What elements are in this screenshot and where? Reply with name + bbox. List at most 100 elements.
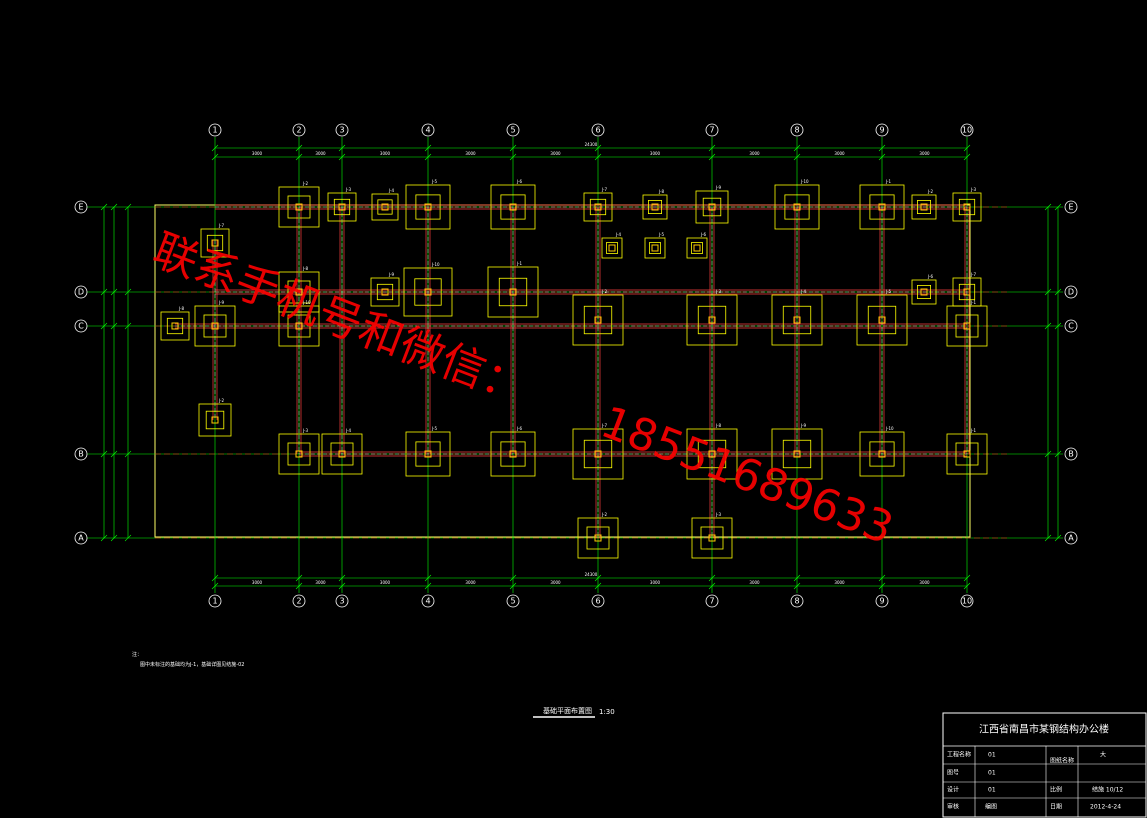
dim-segment-label: 3000 <box>315 151 326 156</box>
footing-tag: J-10 <box>800 179 809 184</box>
axis-label-y-A: A <box>1068 534 1074 543</box>
footing-tag: J-4 <box>345 428 351 433</box>
footing-inner <box>606 242 618 254</box>
footing-tag: J-7 <box>601 187 607 192</box>
notes-heading: 注： <box>132 651 142 658</box>
footing-tag: J-8 <box>658 189 664 194</box>
axis-label-y-E: E <box>1068 203 1073 212</box>
footing-tag: J-8 <box>178 306 184 311</box>
dim-total-label: 24300 <box>585 142 598 147</box>
title-block-project: 江西省南昌市某钢结构办公楼 <box>979 723 1109 736</box>
footing: J-6 <box>911 274 937 305</box>
footing: J-8 <box>160 306 190 341</box>
tb-r4-label: 审核 <box>947 803 959 811</box>
tb-r3-label2: 比例 <box>1050 786 1062 794</box>
footing-tag: J-6 <box>516 426 522 431</box>
tb-r4-label2: 日期 <box>1050 803 1062 811</box>
footing-tag: J-8 <box>715 423 721 428</box>
dim-segment-label: 3000 <box>749 151 760 156</box>
axis-label-y-E: E <box>78 203 83 212</box>
dim-segment-label: 3000 <box>315 580 326 585</box>
axis-label-x-10: 10 <box>962 597 972 606</box>
tb-r1-label: 工程名称 <box>947 751 971 759</box>
footing-tag: J-3 <box>970 187 976 192</box>
footing: J-6 <box>686 232 708 259</box>
axis-label-x-6: 6 <box>595 597 600 606</box>
axis-label-y-D: D <box>78 288 84 297</box>
footing-tag: J-1 <box>970 428 976 433</box>
dim-segment-label: 3000 <box>919 580 930 585</box>
dim-segment-label: 3000 <box>650 151 661 156</box>
axis-bubbles: 1 1 2 2 3 3 4 4 5 5 6 6 7 7 8 8 9 9 10 10 E E D D C C B B A A <box>74 123 1078 608</box>
footing-tag: J-3 <box>345 187 351 192</box>
footing-tag: J-3 <box>715 289 721 294</box>
dim-segment-label: 3000 <box>749 580 760 585</box>
footing-outer <box>644 237 666 259</box>
axis-label-x-3: 3 <box>339 597 344 606</box>
axis-label-y-C: C <box>78 322 84 331</box>
dim-total-label: 24300 <box>585 572 598 577</box>
axis-label-x-3: 3 <box>339 126 344 135</box>
dim-segment-label: 3000 <box>465 580 476 585</box>
axis-label-x-4: 4 <box>425 597 430 606</box>
plan-title: 基础平面布置图 <box>543 706 592 715</box>
footing-tag: J-3 <box>302 428 308 433</box>
footing-tag: J-9 <box>388 272 394 277</box>
axis-label-x-9: 9 <box>879 597 884 606</box>
tb-r1-value: 01 <box>988 752 996 759</box>
footing-tag: J-6 <box>516 179 522 184</box>
dim-segment-label: 3000 <box>834 580 845 585</box>
axis-label-x-10: 10 <box>962 126 972 135</box>
axis-label-x-6: 6 <box>595 126 600 135</box>
footing-tag: J-4 <box>615 232 621 237</box>
axis-label-x-2: 2 <box>296 126 301 135</box>
plan-scale: 1:30 <box>599 708 615 716</box>
dim-segment-label: 3000 <box>380 151 391 156</box>
axis-label-x-4: 4 <box>425 126 430 135</box>
foundation-plan-drawing: 2430024300300030003000300030003000300030… <box>74 123 1147 818</box>
footing-tag: J-10 <box>885 426 894 431</box>
watermark-line2: 18551689633 <box>594 397 900 555</box>
footing-tag: J-1 <box>885 179 891 184</box>
axis-label-x-7: 7 <box>709 126 714 135</box>
tb-r2-label: 图号 <box>947 770 959 777</box>
axis-label-x-9: 9 <box>879 126 884 135</box>
axis-label-x-5: 5 <box>510 126 515 135</box>
footing-tag: J-2 <box>302 181 308 186</box>
footing-tag: J-5 <box>885 289 891 294</box>
tb-r3-label: 设计 <box>947 786 959 794</box>
column-base <box>608 244 616 252</box>
dim-segment-label: 3000 <box>834 151 845 156</box>
axis-label-x-1: 1 <box>212 126 217 135</box>
footing-tag: J-2 <box>601 289 607 294</box>
footing-tag: J-5 <box>431 426 437 431</box>
watermark: 联系手机号和微信： 18551689633 <box>146 225 900 555</box>
notes-line1: 图中未标注的基础均为J-1，基础详图见结施-02 <box>140 661 244 668</box>
footing-outer <box>686 237 708 259</box>
axis-label-y-B: B <box>1068 450 1074 459</box>
axis-label-x-7: 7 <box>709 597 714 606</box>
dim-segment-label: 3000 <box>650 580 661 585</box>
footing-tag: J-7 <box>970 272 976 277</box>
footing-inner <box>649 242 661 254</box>
footing-tag: J-3 <box>715 512 721 517</box>
dim-segment-label: 3000 <box>550 151 561 156</box>
footing-tag: J-6 <box>700 232 706 237</box>
axis-label-x-8: 8 <box>794 126 799 135</box>
axis-label-x-1: 1 <box>212 597 217 606</box>
footing: J-8 <box>642 189 668 220</box>
footing-tag: J-4 <box>388 188 394 193</box>
footing-outer <box>601 237 623 259</box>
footing: J-4 <box>601 232 623 259</box>
dim-segment-label: 3000 <box>252 580 263 585</box>
axis-label-y-C: C <box>1068 322 1074 331</box>
dim-segment-label: 3000 <box>380 580 391 585</box>
tb-r4-value2: 2012-4-24 <box>1090 804 1121 811</box>
footing-tag: J-7 <box>218 223 224 228</box>
footing: J-9 <box>370 272 400 307</box>
footing: J-2 <box>911 189 937 220</box>
tb-r3-value2: 结施 10/12 <box>1092 786 1123 794</box>
axis-label-y-D: D <box>1068 288 1074 297</box>
footing-tag: J-2 <box>601 512 607 517</box>
tb-r3-value: 01 <box>988 787 996 794</box>
